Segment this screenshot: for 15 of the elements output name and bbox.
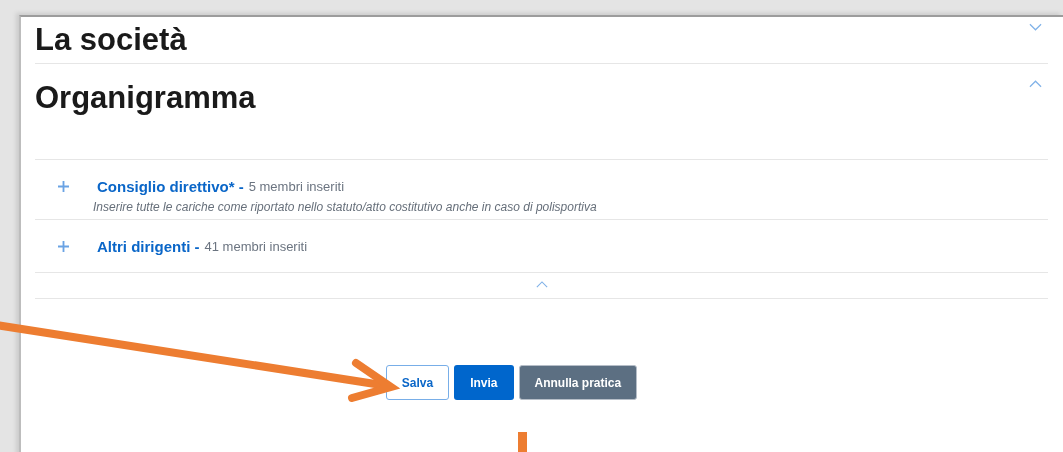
cancel-button[interactable]: Annulla pratica (518, 365, 638, 400)
collapse-icon[interactable] (1029, 80, 1042, 88)
plus-icon[interactable] (58, 181, 69, 192)
save-button[interactable]: Salva (385, 365, 450, 400)
expand-icon[interactable] (1029, 23, 1042, 31)
group-title[interactable]: Altri dirigenti - (97, 237, 200, 255)
collapse-icon[interactable] (535, 281, 548, 288)
member-count: 5 membri inseriti (248, 179, 345, 194)
section-title[interactable]: La società (35, 20, 187, 60)
member-count: 41 membri inseriti (204, 238, 308, 254)
section-title[interactable]: Organigramma (35, 78, 256, 118)
group-title[interactable]: Consiglio direttivo* - (97, 178, 244, 195)
send-button[interactable]: Invia (454, 365, 514, 400)
hint-text: Inserire tutte le cariche come riportato nello statuto/atto costitutivo anche in caso di polisportiva (92, 200, 598, 216)
plus-icon[interactable] (58, 240, 69, 252)
